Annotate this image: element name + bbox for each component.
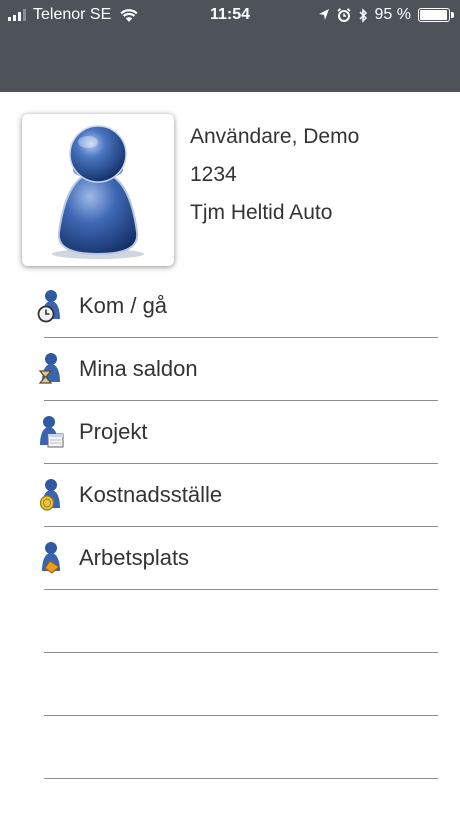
workplace-person-icon bbox=[42, 542, 60, 574]
battery-icon bbox=[418, 8, 454, 22]
empty-row bbox=[0, 716, 460, 779]
menu-item-label: Kom / gå bbox=[79, 293, 168, 318]
user-id: 1234 bbox=[190, 163, 237, 186]
divider bbox=[44, 778, 438, 779]
menu-item-label: Arbetsplats bbox=[79, 545, 190, 570]
menu-item-arbetsplats[interactable]: Arbetsplats bbox=[0, 527, 460, 590]
menu-item-label: Projekt bbox=[79, 419, 148, 444]
avatar bbox=[22, 114, 174, 266]
menu-item-label: Kostnadsställe bbox=[79, 482, 223, 507]
battery-level bbox=[420, 10, 447, 20]
user-info: Användare, Demo 1234 Tjm Heltid Auto bbox=[190, 122, 359, 236]
user-avatar-icon bbox=[52, 125, 144, 259]
menu-item-label: Mina saldon bbox=[79, 356, 198, 381]
hourglass-person-icon bbox=[38, 353, 60, 384]
bluetooth-icon bbox=[359, 7, 367, 23]
empty-row bbox=[0, 590, 460, 653]
status-bar: Telenor SE 11:54 95 % bbox=[0, 0, 460, 30]
user-employment: Tjm Heltid Auto bbox=[190, 201, 333, 224]
clock-person-icon bbox=[37, 290, 60, 323]
coin-person-icon bbox=[39, 479, 60, 511]
navigation-bar: DEMO Bolaget bbox=[0, 30, 460, 135]
calendar-person-icon bbox=[40, 416, 64, 448]
empty-row bbox=[0, 653, 460, 716]
alarm-icon bbox=[336, 8, 351, 22]
menu-item-projekt[interactable]: Projekt bbox=[0, 401, 460, 464]
profile-header: Användare, Demo 1234 Tjm Heltid Auto bbox=[0, 92, 460, 282]
user-name: Användare, Demo bbox=[190, 125, 360, 148]
location-arrow-icon bbox=[318, 9, 329, 20]
main-menu: Kom / gå Mina saldon Projekt Kostnadsstä… bbox=[0, 275, 460, 779]
menu-item-kom-ga[interactable]: Kom / gå bbox=[0, 275, 460, 338]
menu-item-kostnadsstalle[interactable]: Kostnadsställe bbox=[0, 464, 460, 527]
menu-item-mina-saldon[interactable]: Mina saldon bbox=[0, 338, 460, 401]
battery-percentage: 95 % bbox=[374, 6, 411, 23]
